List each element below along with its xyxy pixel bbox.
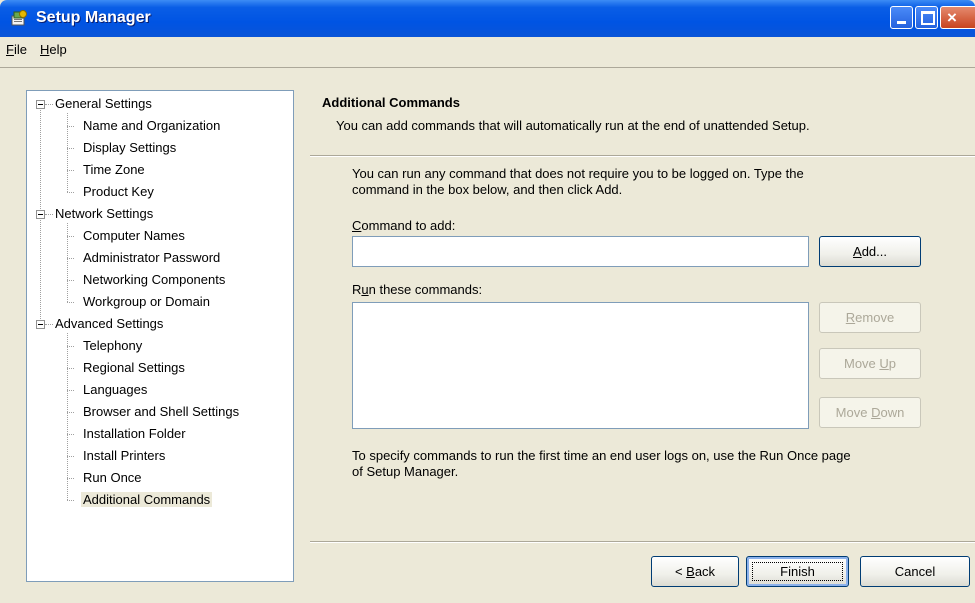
run-commands-list[interactable] [352,302,809,429]
tree-item-browser-and-shell-settings[interactable]: Browser and Shell Settings [83,404,239,419]
tree-item-computer-names[interactable]: Computer Names [83,228,185,243]
focus-ring [752,562,843,581]
collapse-icon[interactable] [36,210,45,219]
setup-manager-icon [11,10,27,26]
cancel-button[interactable]: Cancel [860,556,970,587]
tree-connector [67,412,74,413]
minimize-icon [897,21,906,24]
tree-connector [45,104,53,105]
tree-connector [67,113,68,192]
tree-connector [67,500,74,501]
tree-connector [67,192,74,193]
tree-connector [67,346,74,347]
tree-connector [67,302,74,303]
settings-tree[interactable]: General Settings Name and Organization D… [26,90,294,582]
tree-connector [67,258,74,259]
tree-item-telephony[interactable]: Telephony [83,338,142,353]
collapse-icon[interactable] [36,320,45,329]
tree-connector [45,214,53,215]
command-to-add-label: Command to add: [352,218,456,233]
header-divider [310,155,975,157]
menu-bar: File Help [0,37,975,68]
tree-item-run-once[interactable]: Run Once [83,470,142,485]
tree-connector [67,126,74,127]
tree-item-display-settings[interactable]: Display Settings [83,140,176,155]
tree-connector [67,478,74,479]
finish-button[interactable]: Finish [746,556,849,587]
menu-help[interactable]: Help [40,42,67,57]
footer-line: of Setup Manager. [352,464,459,479]
tree-item-installation-folder[interactable]: Installation Folder [83,426,186,441]
tree-item-networking-components[interactable]: Networking Components [83,272,225,287]
tree-item-administrator-password[interactable]: Administrator Password [83,250,220,265]
tree-connector [67,333,68,500]
add-button[interactable]: Add... [819,236,921,267]
run-commands-label: Run these commands: [352,282,483,297]
tree-item-additional-commands[interactable]: Additional Commands [81,492,213,507]
back-button[interactable]: < Back [651,556,739,587]
close-button[interactable]: × [940,6,975,29]
page-subtitle: You can add commands that will automatic… [336,118,810,133]
tree-connector [45,324,53,325]
tree-connector [67,170,74,171]
tree-item-workgroup-or-domain[interactable]: Workgroup or Domain [83,294,210,309]
move-down-button[interactable]: Move Down [819,397,921,428]
move-up-button[interactable]: Move Up [819,348,921,379]
tree-item-time-zone[interactable]: Time Zone [83,162,145,177]
close-icon: × [947,8,957,27]
intro-text: You can run any command that does not re… [352,166,804,198]
footer-divider [310,541,975,543]
tree-connector [67,148,74,149]
intro-line: You can run any command that does not re… [352,166,804,181]
tree-connector [67,236,74,237]
tree-item-general-settings[interactable]: General Settings [55,96,152,111]
tree-connector [67,223,68,302]
minimize-button[interactable] [890,6,913,29]
command-input[interactable] [352,236,809,267]
tree-connector [67,280,74,281]
collapse-icon[interactable] [36,100,45,109]
page-title: Additional Commands [322,95,460,110]
title-bar[interactable]: Setup Manager × [0,0,975,37]
tree-item-advanced-settings[interactable]: Advanced Settings [55,316,163,331]
tree-connector [67,368,74,369]
maximize-icon [921,11,935,25]
intro-line: command in the box below, and then click… [352,182,623,197]
menu-file[interactable]: File [6,42,27,57]
tree-item-languages[interactable]: Languages [83,382,147,397]
tree-connector [67,434,74,435]
footer-text: To specify commands to run the first tim… [352,448,851,480]
remove-button[interactable]: Remove [819,302,921,333]
tree-item-install-printers[interactable]: Install Printers [83,448,165,463]
footer-line: To specify commands to run the first tim… [352,448,851,463]
maximize-button[interactable] [915,6,938,29]
tree-item-name-and-organization[interactable]: Name and Organization [83,118,220,133]
tree-item-regional-settings[interactable]: Regional Settings [83,360,185,375]
tree-connector [67,456,74,457]
tree-connector [67,390,74,391]
window-title: Setup Manager [36,9,151,26]
tree-item-product-key[interactable]: Product Key [83,184,154,199]
tree-item-network-settings[interactable]: Network Settings [55,206,153,221]
